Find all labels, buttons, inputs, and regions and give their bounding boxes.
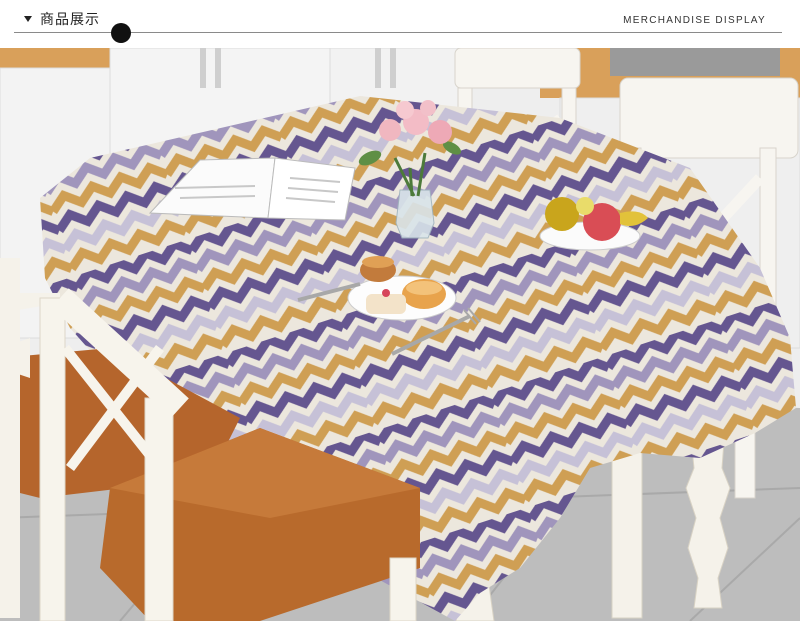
product-photo <box>0 48 800 621</box>
section-title: 商品展示 <box>40 11 100 27</box>
section-title-group: 商品展示 <box>24 9 100 29</box>
header-dot-marker <box>111 23 131 43</box>
caret-down-icon <box>24 16 32 22</box>
page-header: 商品展示 MERCHANDISE DISPLAY <box>0 0 800 48</box>
section-subtitle: MERCHANDISE DISPLAY <box>623 15 766 26</box>
